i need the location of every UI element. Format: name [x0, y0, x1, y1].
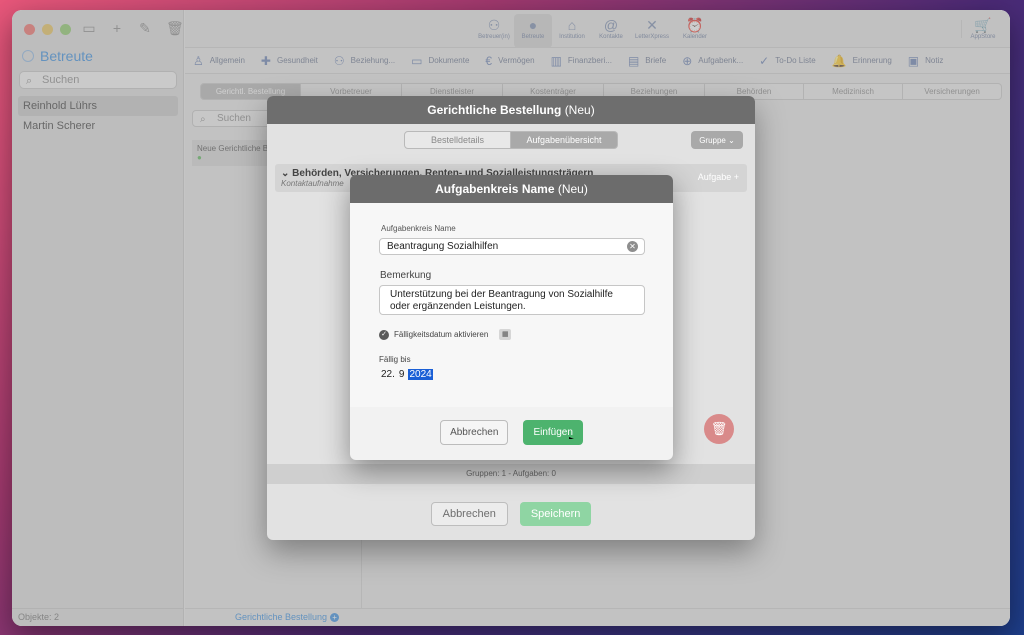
name-label: Aufgabenkreis Name — [381, 224, 456, 233]
date-month[interactable]: 9 — [399, 369, 405, 380]
segment-bestelldetails[interactable]: Bestelldetails — [404, 131, 511, 149]
sheet-buttons: Abbrechen Speichern — [267, 502, 755, 526]
mouse-cursor-icon — [569, 437, 574, 439]
status-bar: Gruppen: 1 - Aufgaben: 0 — [267, 464, 755, 484]
insert-button[interactable]: Einfügen — [523, 420, 583, 445]
group-button-label: Gruppe — [699, 135, 726, 145]
remark-label: Bemerkung — [380, 270, 432, 281]
sheet-header: Aufgabenkreis Name (Neu) — [350, 175, 673, 203]
segmented-control: Bestelldetails Aufgabenübersicht — [404, 131, 618, 149]
name-field[interactable]: Beantragung Sozialhilfen ✕ — [379, 238, 645, 255]
checkmark-icon: ✓ — [379, 329, 389, 340]
save-button[interactable]: Speichern — [519, 502, 592, 526]
due-toggle-label: Fälligkeitsdatum aktivieren — [394, 330, 489, 339]
sheet-body: Aufgabenkreis Name Beantragung Sozialhil… — [350, 203, 673, 407]
date-day[interactable]: 22. — [381, 369, 395, 380]
chevron-down-icon: ⌄ — [728, 135, 735, 145]
clear-icon[interactable]: ✕ — [627, 241, 638, 252]
calendar-icon[interactable]: ▦ — [499, 329, 512, 340]
add-task-label: Aufgabe — [697, 172, 732, 182]
cancel-button[interactable]: Abbrechen — [430, 502, 508, 526]
sheet-buttons: Abbrechen Einfügen — [350, 420, 673, 445]
sheet-title: Gerichtliche Bestellung — [427, 103, 562, 117]
group-dropdown-button[interactable]: Gruppe ⌄ — [691, 131, 743, 149]
chevron-down-icon: ⌄ — [281, 168, 290, 179]
sheet-title-suffix: (Neu) — [564, 103, 595, 117]
remark-field[interactable]: Unterstützung bei der Beantragung von So… — [379, 285, 645, 315]
sheet-title: Aufgabenkreis Name — [435, 182, 555, 196]
segment-aufgabenuebersicht[interactable]: Aufgabenübersicht — [511, 131, 618, 149]
trash-icon: 🗑 — [710, 421, 728, 436]
task-area-sheet: Aufgabenkreis Name (Neu) Aufgabenkreis N… — [350, 175, 673, 460]
due-date-toggle[interactable]: ✓ Fälligkeitsdatum aktivieren ▦ — [379, 329, 512, 340]
cancel-button[interactable]: Abbrechen — [440, 420, 509, 445]
due-label: Fällig bis — [379, 355, 411, 364]
sheet-title-suffix: (Neu) — [557, 182, 588, 196]
delete-button[interactable]: 🗑 — [704, 414, 734, 444]
date-year[interactable]: 2024 — [408, 369, 433, 380]
name-value: Beantragung Sozialhilfen — [387, 241, 499, 252]
add-task-button[interactable]: Aufgabe + — [698, 172, 739, 182]
sheet-header: Gerichtliche Bestellung (Neu) — [267, 96, 755, 124]
due-date-picker[interactable]: 22. 9 2024 — [381, 369, 433, 380]
